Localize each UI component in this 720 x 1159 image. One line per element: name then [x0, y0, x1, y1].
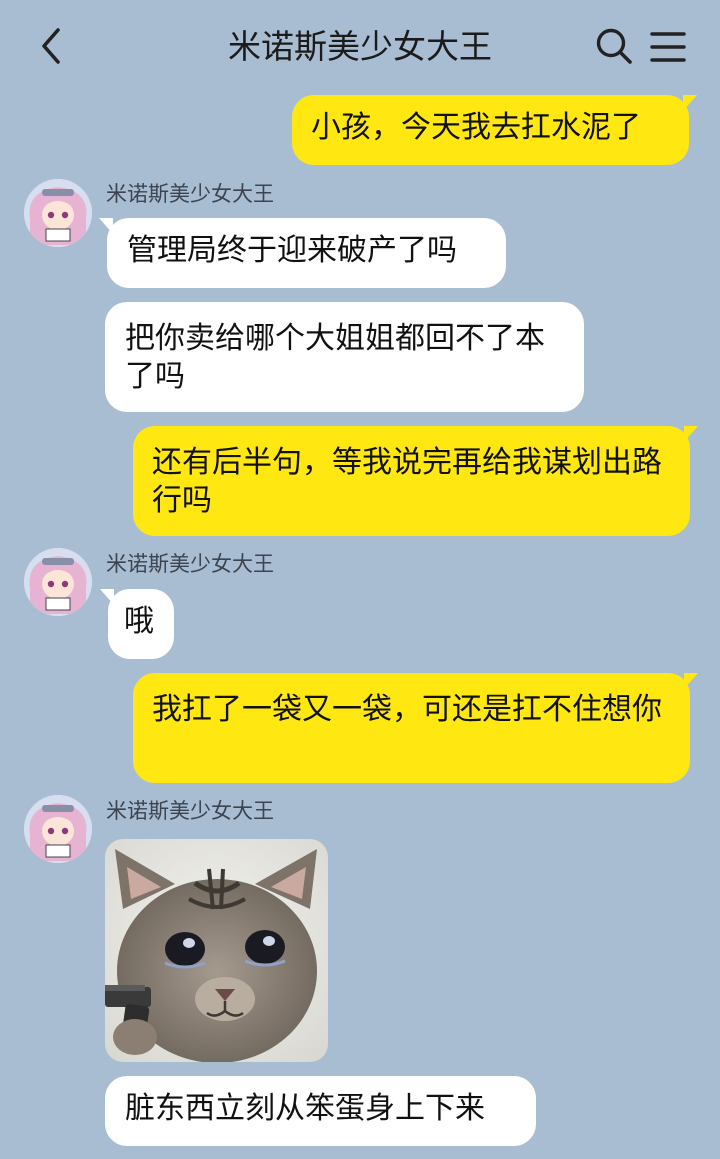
message-text: 还有后半句，等我说完再给我谋划出路行吗 [152, 445, 662, 518]
kitten-with-pistol-image [105, 839, 328, 1062]
outgoing-message[interactable]: 还有后半句，等我说完再给我谋划出路行吗 [133, 426, 698, 536]
outgoing-message[interactable]: 小孩，今天我去扛水泥了 [292, 95, 697, 165]
search-icon [596, 28, 632, 64]
message-text: 我扛了一袋又一袋，可还是扛不住想你 [152, 692, 662, 727]
avatar[interactable] [24, 179, 92, 247]
chat-header: 米诺斯美少女大王 [0, 0, 720, 92]
incoming-message[interactable]: 脏东西立刻从笨蛋身上下来 [105, 1076, 536, 1146]
outgoing-message[interactable]: 我扛了一袋又一袋，可还是扛不住想你 [133, 673, 698, 783]
chat-title: 米诺斯美少女大王 [228, 27, 492, 66]
anime-girl-avatar-icon [24, 179, 92, 247]
avatar[interactable] [24, 548, 92, 616]
message-text: 脏东西立刻从笨蛋身上下来 [125, 1091, 485, 1126]
search-button[interactable] [594, 26, 634, 66]
menu-icon [650, 32, 686, 62]
sender-name: 米诺斯美少女大王 [106, 799, 274, 823]
sender-name: 米诺斯美少女大王 [106, 182, 274, 206]
menu-button[interactable] [648, 28, 688, 66]
avatar[interactable] [24, 795, 92, 863]
message-text: 把你卖给哪个大姐姐都回不了本了吗 [125, 321, 545, 394]
image-message[interactable] [105, 839, 328, 1062]
chevron-left-icon [42, 28, 60, 64]
message-text: 哦 [124, 604, 154, 639]
back-button[interactable] [34, 24, 74, 68]
incoming-message[interactable]: 把你卖给哪个大姐姐都回不了本了吗 [105, 302, 584, 412]
message-text: 小孩，今天我去扛水泥了 [311, 110, 641, 145]
incoming-message[interactable]: 哦 [100, 589, 174, 659]
message-text: 管理局终于迎来破产了吗 [127, 233, 457, 268]
anime-girl-avatar-icon [24, 795, 92, 863]
anime-girl-avatar-icon [24, 548, 92, 616]
sender-name: 米诺斯美少女大王 [106, 552, 274, 576]
incoming-message[interactable]: 管理局终于迎来破产了吗 [99, 218, 506, 288]
